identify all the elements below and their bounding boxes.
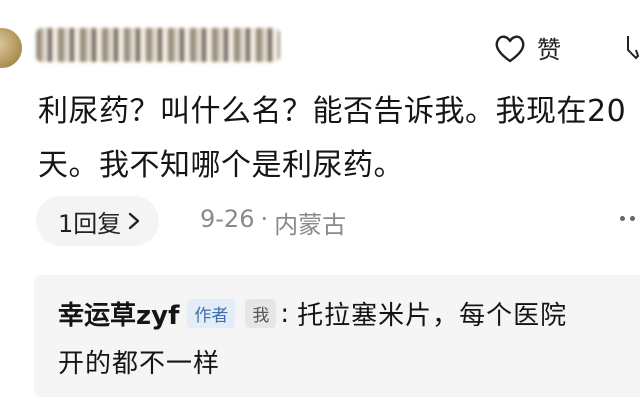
dislike-button[interactable] — [626, 34, 640, 64]
reply-text-1: 托拉塞米片，每个医院 — [297, 301, 568, 331]
reply-count-label: 1回复 — [58, 209, 122, 238]
me-badge: 我 — [245, 299, 277, 328]
chevron-right-icon — [129, 212, 140, 230]
thumb-down-icon — [627, 36, 640, 60]
like-label: 赞 — [537, 36, 561, 64]
reply-author[interactable]: 幸运草zyf — [58, 295, 179, 332]
comment-text: 利尿药？叫什么名？能否告诉我。我现在20天。我不知哪个是利尿药。 — [38, 94, 627, 183]
comment-meta: 9-26 · 内蒙古 — [200, 205, 346, 240]
author-badge: 作者 — [187, 299, 236, 328]
reply-line-2: 开的都不一样 — [58, 349, 221, 379]
like-button[interactable]: 赞 — [493, 30, 561, 65]
reply-line-1: 幸运草zyf 作者 我 : 托拉塞米片，每个医院 — [58, 295, 567, 332]
username-blurred[interactable] — [36, 28, 280, 62]
avatar[interactable] — [0, 28, 22, 68]
more-dots-icon[interactable] — [620, 216, 635, 221]
comment-location: 内蒙古 — [274, 211, 347, 239]
reply-count-button[interactable]: 1回复 — [36, 196, 160, 246]
meta-separator: · — [260, 205, 269, 233]
reply-colon: : — [280, 298, 290, 329]
heart-outline-icon — [495, 35, 525, 62]
comment-date: 9-26 — [200, 205, 255, 233]
reply-box[interactable]: 幸运草zyf 作者 我 : 托拉塞米片，每个医院 开的都不一样 — [34, 275, 640, 397]
